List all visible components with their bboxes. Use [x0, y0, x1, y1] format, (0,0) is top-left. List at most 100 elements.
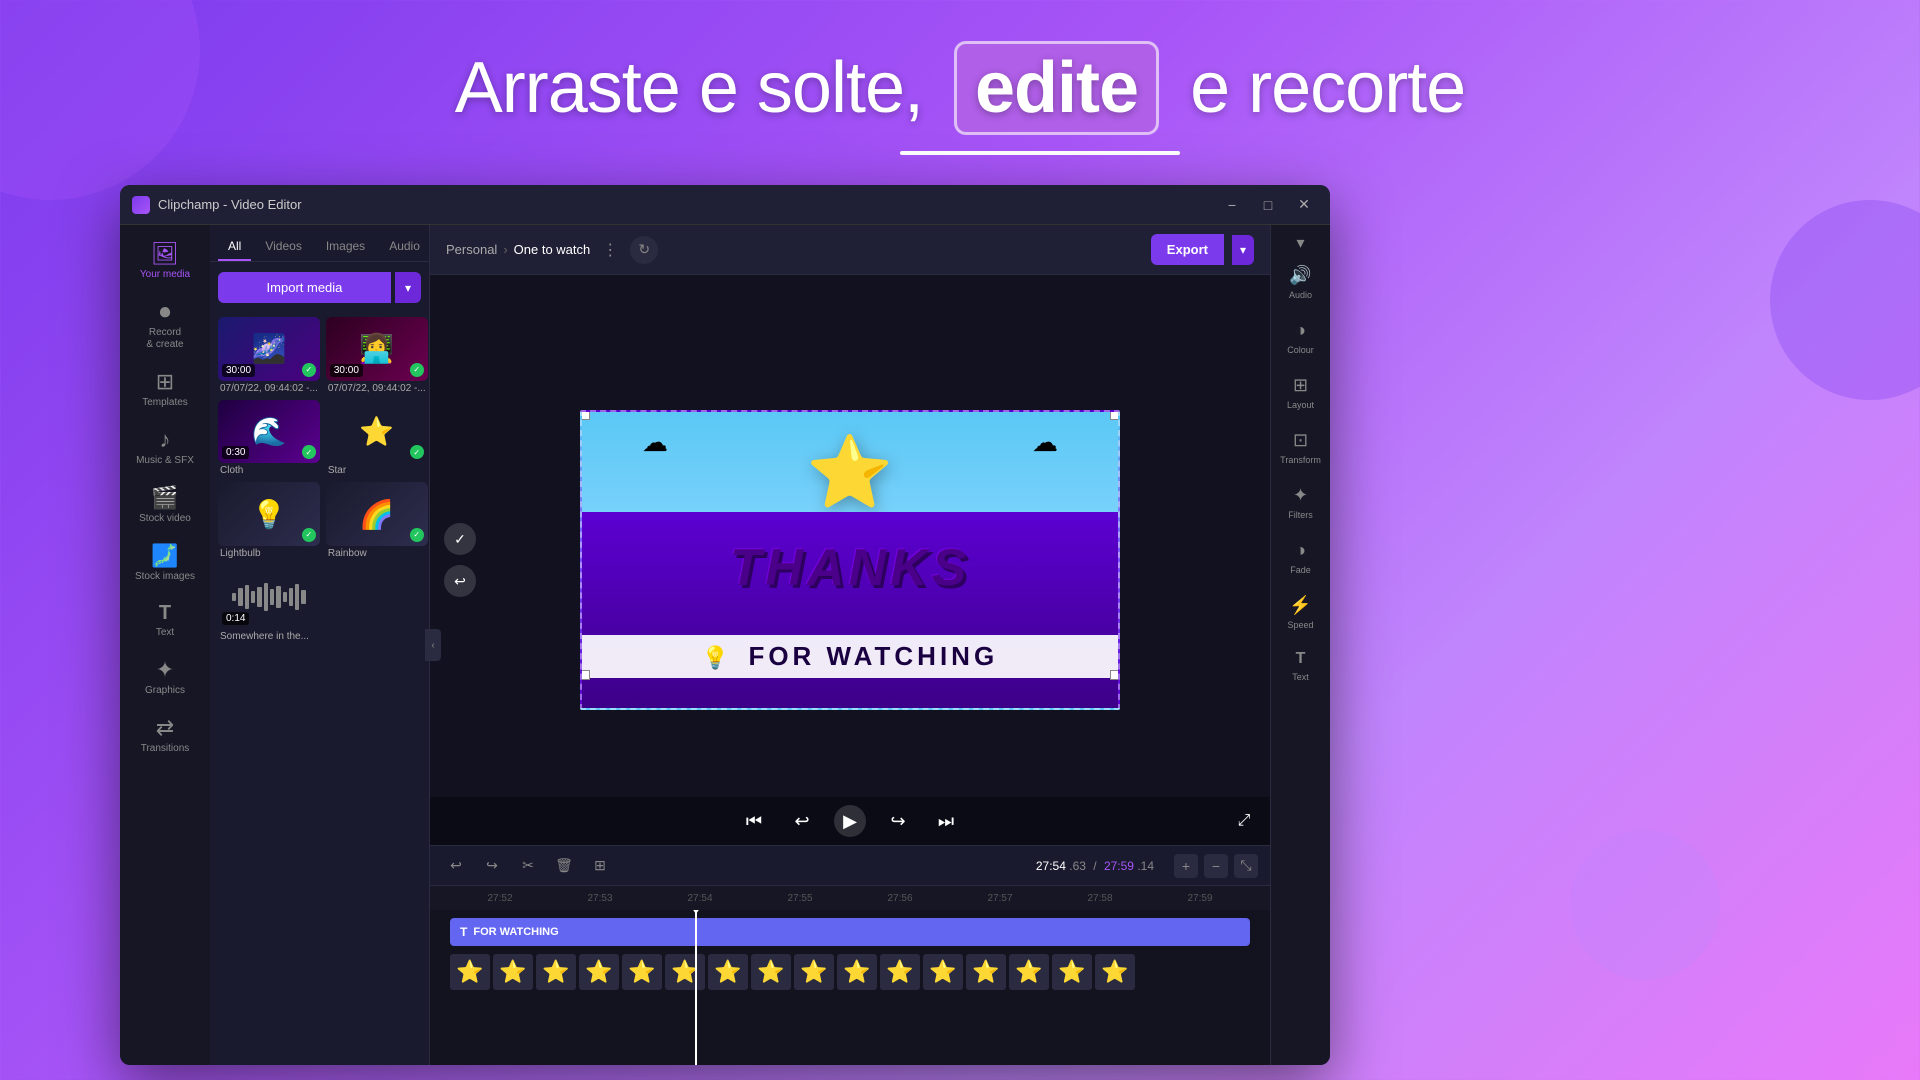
zoom-out-button[interactable]: −: [1204, 854, 1228, 878]
media-duration: 30:00: [222, 364, 255, 377]
play-button[interactable]: ▶: [834, 805, 866, 837]
star-track[interactable]: ⭐ ⭐ ⭐ ⭐ ⭐ ⭐ ⭐ ⭐ ⭐ ⭐ ⭐ ⭐ ⭐: [450, 954, 1250, 990]
import-btn-row: Import media ▾: [210, 262, 429, 313]
window-title: Clipchamp - Video Editor: [158, 197, 1218, 212]
app-window: Clipchamp - Video Editor − □ ✕ 🖼 Your me…: [120, 185, 1330, 1065]
media-thumbnail[interactable]: 🌌 30:00 ✓: [218, 317, 320, 381]
sync-button[interactable]: ↻: [630, 236, 658, 264]
timeline-undo-button[interactable]: ↩: [442, 852, 470, 880]
minimize-button[interactable]: −: [1218, 191, 1246, 219]
more-options-button[interactable]: ⋮: [598, 238, 622, 262]
export-dropdown-button[interactable]: ▾: [1232, 235, 1254, 265]
right-panel-colour[interactable]: ◑ Colour: [1275, 312, 1327, 363]
media-thumbnail[interactable]: 💡 ✓: [218, 482, 320, 546]
ruler-mark: 27:54: [650, 893, 750, 904]
colour-panel-icon: ◑: [1295, 320, 1306, 341]
tab-all[interactable]: All: [218, 233, 251, 261]
text-track-label: FOR WATCHING: [473, 926, 558, 938]
transform-panel-icon: ⊡: [1293, 430, 1308, 451]
timeline-detach-button[interactable]: ⊞: [586, 852, 614, 880]
right-panel-transform[interactable]: ⊡ Transform: [1275, 422, 1327, 473]
sidebar-item-your-media[interactable]: 🖼 Your media: [125, 235, 205, 289]
sidebar-item-stock-video[interactable]: 🎬 Stock video: [125, 479, 205, 533]
app-icon: [132, 196, 150, 214]
media-tabs: All Videos Images Audio: [210, 225, 429, 262]
rewind-button[interactable]: ↩: [786, 805, 818, 837]
list-item[interactable]: 🌈 ✓ Rainbow: [326, 482, 428, 559]
tab-audio[interactable]: Audio: [379, 233, 430, 261]
star-frame: ⭐: [1009, 954, 1049, 990]
star-frame: ⭐: [751, 954, 791, 990]
sidebar-item-music[interactable]: ♪ Music & SFX: [125, 421, 205, 475]
star-frame: ⭐: [708, 954, 748, 990]
close-button[interactable]: ✕: [1290, 191, 1318, 219]
timeline-cut-button[interactable]: ✂: [514, 852, 542, 880]
import-media-dropdown-button[interactable]: ▾: [395, 272, 421, 303]
fullscreen-button[interactable]: ⤢: [1230, 807, 1258, 835]
timeline-zoom-controls: + − ⤡: [1174, 854, 1258, 878]
speed-panel-icon: ⚡: [1289, 595, 1311, 616]
timeline-delete-button[interactable]: 🗑: [550, 852, 578, 880]
tab-images[interactable]: Images: [316, 233, 375, 261]
selection-handle-tl[interactable]: [580, 410, 590, 420]
media-thumbnail[interactable]: 👩‍💻 30:00 ✓: [326, 317, 428, 381]
right-panel-layout[interactable]: ⊞ Layout: [1275, 367, 1327, 418]
zoom-in-button[interactable]: +: [1174, 854, 1198, 878]
skip-back-button[interactable]: ⏮: [738, 805, 770, 837]
selection-handle-bl[interactable]: [580, 670, 590, 680]
timeline-tracks: T FOR WATCHING ⭐ ⭐ ⭐ ⭐ ⭐ ⭐ ⭐: [430, 910, 1270, 1065]
list-item[interactable]: 🌌 30:00 ✓ 07/07/22, 09:44:02 -...: [218, 317, 320, 394]
list-item[interactable]: 💡 ✓ Lightbulb: [218, 482, 320, 559]
right-panel-filters[interactable]: ✦ Filters: [1275, 477, 1327, 528]
media-thumbnail[interactable]: 🌊 0:30 ✓: [218, 400, 320, 464]
layout-panel-icon: ⊞: [1293, 375, 1308, 396]
stock-video-icon: 🎬: [151, 487, 178, 509]
media-thumbnail[interactable]: ⭐ ✓: [326, 400, 428, 464]
fast-forward-button[interactable]: ↪: [882, 805, 914, 837]
list-item[interactable]: ⭐ ✓ Star: [326, 400, 428, 477]
hero-text-after: e recorte: [1190, 48, 1465, 128]
import-media-button[interactable]: Import media: [218, 272, 391, 303]
right-panel-text[interactable]: T Text: [1275, 642, 1327, 690]
text-track-icon: T: [460, 925, 467, 939]
media-label: Somewhere in the...: [218, 631, 320, 642]
selection-handle-br[interactable]: [1110, 670, 1120, 680]
sidebar-item-templates[interactable]: ⊞ Templates: [125, 363, 205, 417]
timeline-total-time: 27:59: [1104, 859, 1134, 873]
thanks-text: THANKS: [582, 542, 1118, 594]
text-track[interactable]: T FOR WATCHING: [450, 918, 1250, 946]
breadcrumb-personal[interactable]: Personal: [446, 242, 497, 257]
star-frame: ⭐: [880, 954, 920, 990]
timeline-redo-button[interactable]: ↪: [478, 852, 506, 880]
sidebar-item-graphics[interactable]: ✦ Graphics: [125, 651, 205, 705]
export-button[interactable]: Export: [1151, 234, 1224, 265]
list-item[interactable]: 👩‍💻 30:00 ✓ 07/07/22, 09:44:02 -...: [326, 317, 428, 394]
confirm-button[interactable]: ✓: [444, 523, 476, 555]
window-controls: − □ ✕: [1218, 191, 1318, 219]
breadcrumb-project[interactable]: One to watch: [514, 242, 591, 257]
skip-forward-button[interactable]: ⏭: [930, 805, 962, 837]
list-item[interactable]: 🌊 0:30 ✓ Cloth: [218, 400, 320, 477]
media-label: 07/07/22, 09:44:02 -...: [326, 383, 428, 394]
maximize-button[interactable]: □: [1254, 191, 1282, 219]
selection-handle-tr[interactable]: [1110, 410, 1120, 420]
list-item[interactable]: 0:14 Somewhere in the...: [218, 565, 320, 642]
media-thumbnail[interactable]: 🌈 ✓: [326, 482, 428, 546]
right-panel-speed[interactable]: ⚡ Speed: [1275, 587, 1327, 638]
timeline-playhead[interactable]: [695, 910, 697, 1065]
right-panel-audio[interactable]: 🔊 Audio: [1275, 257, 1327, 308]
sidebar-item-transitions[interactable]: ⇄ Transitions: [125, 709, 205, 763]
tab-videos[interactable]: Videos: [255, 233, 311, 261]
timeline-area: ↩ ↪ ✂ 🗑 ⊞ 27:54 .63 / 27:59 .14 + −: [430, 845, 1270, 1065]
media-thumbnail[interactable]: 0:14: [218, 565, 320, 629]
sidebar-item-stock-images[interactable]: 🗾 Stock images: [125, 537, 205, 591]
zoom-fit-button[interactable]: ⤡: [1234, 854, 1258, 878]
right-panel-fade[interactable]: ◑ Fade: [1275, 532, 1327, 583]
media-panel: All Videos Images Audio Import media ▾ 🌌…: [210, 225, 430, 1065]
sidebar-item-record[interactable]: ⏺ Record& create: [125, 293, 205, 359]
stock-images-icon: 🗾: [151, 545, 178, 567]
right-panel-collapse[interactable]: ▾: [1296, 233, 1304, 253]
panel-collapse-button[interactable]: ‹: [425, 629, 441, 661]
undo-canvas-button[interactable]: ↩: [444, 565, 476, 597]
sidebar-item-text[interactable]: T Text: [125, 595, 205, 647]
